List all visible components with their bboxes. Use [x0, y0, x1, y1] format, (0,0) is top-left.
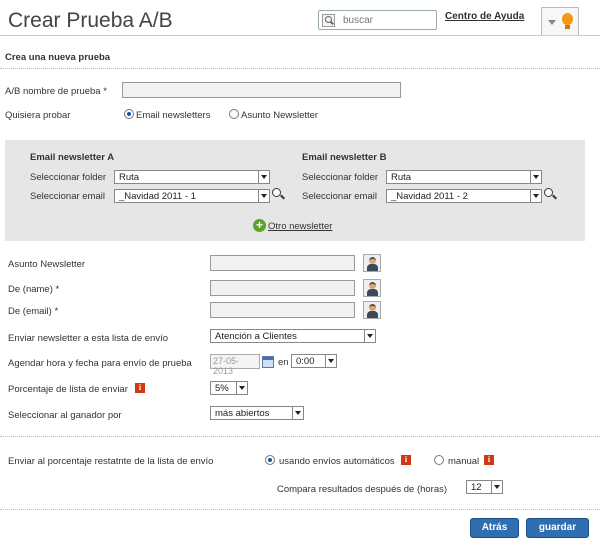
chevron-down-icon — [292, 407, 303, 419]
from-name-label: De (name) * — [8, 284, 60, 295]
schedule-time-select[interactable]: 0:00 — [291, 354, 337, 368]
from-name-input[interactable] — [210, 280, 355, 296]
send-list-label: Enviar newsletter a esta lista de envío — [8, 333, 169, 344]
tips-menu-button[interactable] — [541, 7, 579, 35]
divider — [0, 436, 600, 437]
chevron-down-icon — [258, 171, 269, 183]
newsletter-a-email-label: Seleccionar email — [30, 191, 105, 202]
subject-input[interactable] — [210, 255, 355, 271]
schedule-en-label: en — [278, 357, 289, 368]
personalize-field-icon[interactable] — [363, 254, 381, 272]
send-list-select[interactable]: Atención a Clientes — [210, 329, 376, 343]
chevron-down-icon — [530, 171, 541, 183]
plus-icon[interactable]: + — [253, 219, 266, 232]
remaining-label: Enviar al porcentaje restatnte de la lis… — [8, 456, 214, 467]
test-name-label: A/B nombre de prueba * — [5, 86, 107, 97]
info-icon[interactable]: i — [135, 383, 145, 393]
newsletter-b-title: Email newsletter B — [302, 152, 387, 163]
test-type-label: Quisiera probar — [5, 110, 71, 121]
percent-select[interactable]: 5% — [210, 381, 248, 395]
calendar-icon[interactable] — [262, 356, 274, 368]
personalize-field-icon[interactable] — [363, 301, 381, 319]
radio-manual-label[interactable]: manual — [448, 456, 479, 467]
radio-automatic-sends-label[interactable]: usando envíos automáticos — [279, 456, 395, 467]
compare-hours-select[interactable]: 12 — [466, 480, 503, 494]
back-button[interactable]: Atrás — [470, 518, 519, 538]
chevron-down-icon — [364, 330, 375, 342]
radio-email-newsletters-label[interactable]: Email newsletters — [136, 110, 210, 121]
percent-label: Porcentaje de lista de enviar — [8, 384, 128, 395]
newsletter-b-email-select[interactable]: _Navidad 2011 - 2 — [386, 189, 542, 203]
divider — [0, 35, 600, 36]
winner-label: Seleccionar al ganador por — [8, 410, 122, 421]
personalize-field-icon[interactable] — [363, 279, 381, 297]
newsletter-b-email-label: Seleccionar email — [302, 191, 377, 202]
divider — [0, 68, 600, 69]
help-center-link[interactable]: Centro de Ayuda — [445, 11, 524, 22]
compare-label: Compara resultados después de (horas) — [277, 484, 448, 495]
lightbulb-icon — [562, 13, 573, 25]
chevron-down-icon — [236, 382, 247, 394]
newsletter-b-folder-select[interactable]: Ruta — [386, 170, 542, 184]
newsletter-a-folder-select[interactable]: Ruta — [114, 170, 270, 184]
subject-label: Asunto Newsletter — [8, 259, 86, 270]
radio-subject-newsletter-label[interactable]: Asunto Newsletter — [241, 110, 318, 121]
search-icon[interactable] — [322, 14, 335, 27]
chevron-down-icon — [491, 481, 502, 493]
radio-subject-newsletter[interactable] — [229, 109, 239, 119]
info-icon[interactable]: i — [401, 455, 411, 465]
preview-zoom-icon[interactable] — [544, 188, 556, 200]
chevron-down-icon — [548, 20, 556, 25]
search-input[interactable] — [341, 12, 433, 28]
newsletter-a-folder-label: Seleccionar folder — [30, 172, 107, 183]
info-icon[interactable]: i — [484, 455, 494, 465]
newsletter-a-title: Email newsletter A — [30, 152, 115, 163]
from-email-label: De (email) * — [8, 306, 59, 317]
winner-select[interactable]: más abiertos — [210, 406, 304, 420]
other-newsletter-link[interactable]: Otro newsletter — [268, 221, 332, 232]
page-title: Crear Prueba A/B — [8, 9, 173, 32]
save-button[interactable]: guardar — [526, 518, 589, 538]
schedule-label: Agendar hora y fecha para envío de prueb… — [8, 358, 192, 369]
schedule-date-input[interactable]: 27-05-2013 — [210, 354, 260, 376]
chevron-down-icon — [530, 190, 541, 202]
preview-zoom-icon[interactable] — [272, 188, 284, 200]
newsletter-b-folder-label: Seleccionar folder — [302, 172, 379, 183]
chevron-down-icon — [258, 190, 269, 202]
radio-manual[interactable] — [434, 455, 444, 465]
chevron-down-icon — [325, 355, 336, 367]
search-box[interactable] — [318, 10, 437, 30]
divider — [0, 509, 600, 510]
section-title: Crea una nueva prueba — [5, 52, 111, 63]
radio-email-newsletters[interactable] — [124, 109, 134, 119]
test-name-input[interactable] — [122, 82, 401, 98]
radio-automatic-sends[interactable] — [265, 455, 275, 465]
from-email-input[interactable] — [210, 302, 355, 318]
newsletter-a-email-select[interactable]: _Navidad 2011 - 1 — [114, 189, 270, 203]
